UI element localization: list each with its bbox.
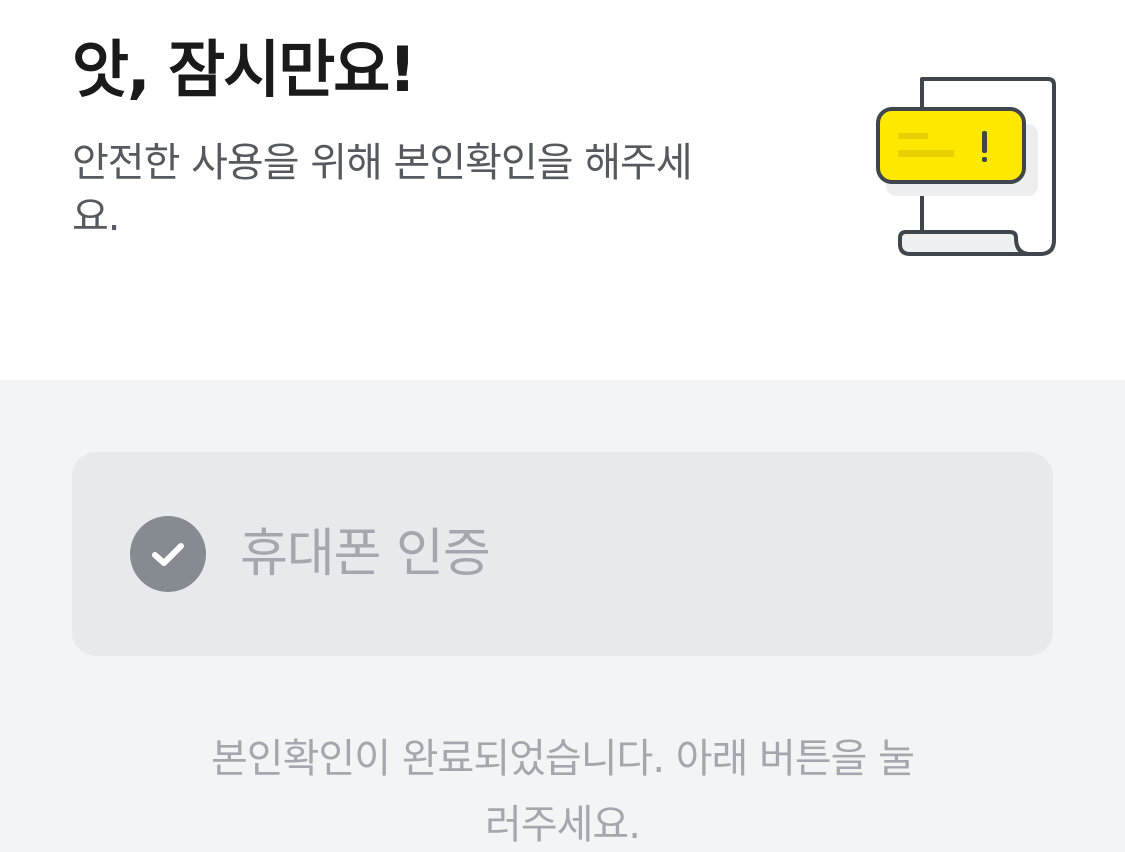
verification-complete-notice: 본인확인이 완료되었습니다. 아래 버튼을 눌러주세요. [211, 736, 915, 848]
content-section: 휴대폰 인증 본인확인이 완료되었습니다. 아래 버튼을 눌러주세요. [0, 380, 1125, 852]
phone-verification-label: 휴대폰 인증 [240, 524, 491, 584]
page-title: 앗, 잠시만요! [72, 33, 417, 106]
check-circle-icon [130, 516, 206, 592]
page-subtitle: 안전한 사용을 위해 본인확인을 해주세요. [72, 140, 693, 240]
header-section: 앗, 잠시만요! 안전한 사용을 위해 본인확인을 해주세요. [0, 0, 1125, 380]
phone-verification-card[interactable]: 휴대폰 인증 [72, 452, 1053, 656]
identity-verification-page: 앗, 잠시만요! 안전한 사용을 위해 본인확인을 해주세요. 휴대폰 인증 본… [0, 0, 1125, 852]
document-alert-icon [870, 72, 1070, 262]
